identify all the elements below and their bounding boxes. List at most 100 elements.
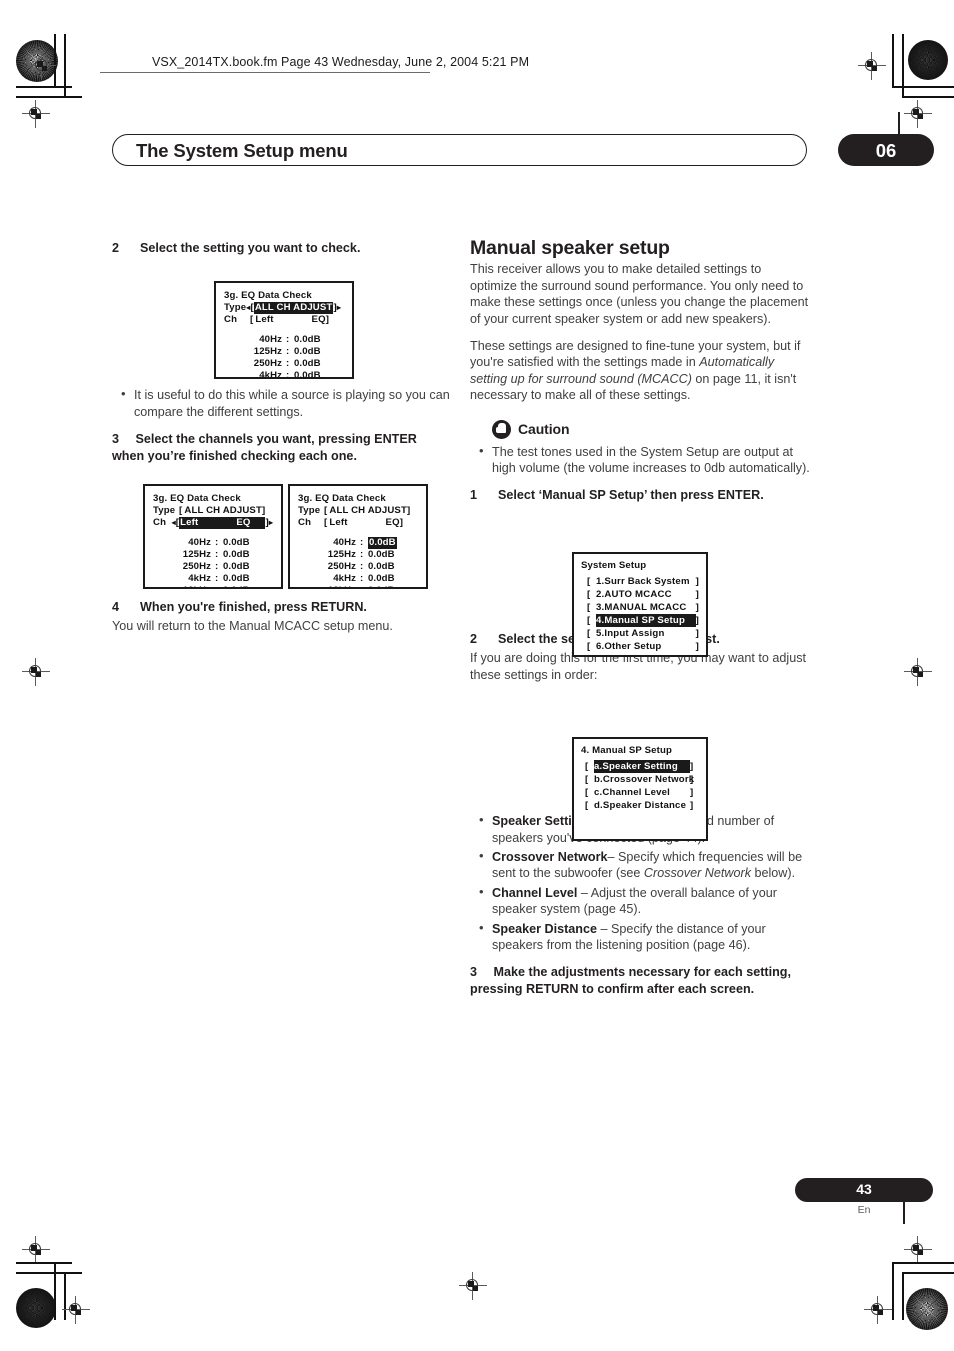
osd-1-type-label: Type [224,302,247,313]
table-row: 13kHz:0.0dB [298,585,418,587]
osd-2-type-value: ALL CH ADJUST [184,505,262,516]
filename-rule [100,72,430,73]
osd-3-freq-2: 250Hz [327,561,356,572]
registration-mark-bottom-left [62,1296,90,1324]
language-code: En [857,1204,871,1216]
osd-eq-data-check-2: 3g. EQ Data Check Type [ALL CH ADJUST] C… [143,484,283,589]
menu-item-speaker-distance[interactable]: [d.Speaker Distance] [585,799,699,812]
setting-dash-2: – [577,885,591,900]
right-step-2-number: 2 [470,631,478,646]
osd-1-ch-row: Ch [Left EQ] [224,314,330,325]
caution-header: Caution [492,419,810,439]
menu-item-label: 1.Surr Back System [595,576,690,587]
cropmark-tl-h2 [16,96,82,98]
osd-1-type-row: Type ◂[ALL CH ADJUST] ▸ [224,302,341,314]
menu-item-crossover-network[interactable]: [b.Crossover Network] [585,773,699,786]
menu-item-label: c.Channel Level [594,787,671,798]
menu-item-speaker-setting[interactable]: [a.Speaker Setting] [585,760,699,773]
osd-2-title: 3g. EQ Data Check [153,493,241,504]
cropmark-br-v1 [892,1262,894,1320]
right-arrow-icon: ▸ [336,303,341,312]
table-row: 250Hz:0.0dB [153,561,273,573]
cropmark-tr-v2 [902,34,904,96]
osd-2-freq-4: 13kHz [153,585,215,587]
chapter-tick-mark [898,112,900,138]
osd-1-frequency-table: 40Hz:0.0dB 125Hz:0.0dB 250Hz:0.0dB 4kHz:… [224,334,344,379]
registration-mark-bottom-right [864,1296,892,1324]
osd-2-val-3: 0.0dB [223,573,250,584]
menu-item-manual-mcacc[interactable]: [3.MANUAL MCACC] [587,601,699,614]
menu-item-other-setup[interactable]: [6.Other Setup] [587,640,699,653]
osd-2-ch-suffix: EQ [236,517,251,528]
osd-3-type-row: Type [ALL CH ADJUST] [298,505,411,516]
osd-3-val-4: 0.0dB [368,585,416,587]
cropmark-br-h1 [892,1262,954,1264]
osd-system-setup-items: [1.Surr Back System] [2.AUTO MCACC] [3.M… [581,575,699,653]
osd-2-freq-3: 4kHz [188,573,211,584]
osd-1-freq-3: 4kHz [259,370,282,379]
filename-timestamp-line: VSX_2014TX.book.fm Page 43 Wednesday, Ju… [152,55,530,69]
menu-item-input-assign[interactable]: [5.Input Assign] [587,627,699,640]
menu-item-surr-back-system[interactable]: [1.Surr Back System] [587,575,699,588]
rosette-bottom-right [906,1288,948,1330]
left-step-4-number: 4 [112,600,120,615]
right-step-3: 3 Make the adjustments necessary for eac… [470,964,810,997]
osd-2-ch-row: Ch ◂[Left EQ] ▸ [153,517,273,529]
table-row: 125Hz:0.0dB [224,346,344,358]
osd-2-val-4: 0.0dB [223,585,271,587]
registration-mark-top-left [28,52,56,80]
osd-1-freq-0: 40Hz [259,334,282,345]
osd-2-freq-2: 250Hz [182,561,211,572]
setting-term-crossover-network: Crossover Network [492,849,608,864]
menu-item-label: 5.Input Assign [595,628,665,639]
left-step-3: 3 Select the channels you want, pressing… [112,431,452,464]
caution-hand-icon [492,419,511,439]
table-row: 40Hz:0.0dB [224,334,344,346]
registration-mark-right-upper [904,100,932,128]
osd-1-type-value: ALL CH ADJUST [253,302,334,314]
osd-3-type-value: ALL CH ADJUST [329,505,407,516]
osd-3-freq-3: 4kHz [333,573,356,584]
osd-3-val-2: 0.0dB [368,561,395,572]
osd-3-ch-row: Ch [Left EQ] [298,517,404,528]
registration-mark-left-middle [22,658,50,686]
menu-item-label-selected: a.Speaker Setting [594,760,690,773]
table-row: 13kHz:0.0dB [153,585,273,587]
intro-paragraph-2: These settings are designed to fine-tune… [470,338,810,404]
menu-item-label-selected: 4.Manual SP Setup [595,614,696,627]
menu-item-channel-level[interactable]: [c.Channel Level] [585,786,699,799]
osd-2-val-2: 0.0dB [223,561,250,572]
list-item: The test tones used in the System Setup … [479,443,810,477]
osd-1-val-3: 0.0dB [294,370,321,379]
registration-mark-left-lower [22,1236,50,1264]
setting-term-speaker-distance: Speaker Distance [492,921,598,936]
osd-1-val-1: 0.0dB [294,346,321,357]
registration-mark-bottom-center [459,1272,487,1300]
rosette-bottom-left [16,1288,56,1328]
osd-2-frequency-table: 40Hz:0.0dB 125Hz:0.0dB 250Hz:0.0dB 4kHz:… [153,537,273,587]
setting-desc-crossover-b: below). [751,866,796,881]
osd-1-ch-value: Left [255,314,274,325]
menu-item-auto-mcacc[interactable]: [2.AUTO MCACC] [587,588,699,601]
caution-bullet-list: The test tones used in the System Setup … [470,443,810,477]
osd-3-freq-1: 125Hz [327,549,356,560]
osd-2-ch-highlight: Left EQ [179,517,266,529]
osd-2-ch-value: Left [180,517,199,528]
menu-item-manual-sp-setup[interactable]: [4.Manual SP Setup] [587,614,699,627]
chapter-number: 06 [875,140,897,161]
cropmark-br-v2 [902,1272,904,1320]
caution-label: Caution [518,420,570,437]
osd-3-frequency-table: 40Hz:0.0dB 125Hz:0.0dB 250Hz:0.0dB 4kHz:… [298,537,418,587]
osd-eq-data-check-1: 3g. EQ Data Check Type ◂[ALL CH ADJUST] ▸… [214,281,354,379]
osd-3-val-1: 0.0dB [368,549,395,560]
left-bullet-list-1: It is useful to do this while a source i… [112,386,452,420]
cropmark-br-h2 [902,1272,954,1274]
table-row: 4kHz:0.0dB [224,370,344,379]
setting-dash-1: – [607,849,618,864]
right-step-1-title: Select ‘Manual SP Setup’ then press ENTE… [498,488,764,503]
left-step-2-number: 2 [112,241,120,255]
left-step-2-title: Select the setting you want to check. [140,241,361,255]
osd-1-val-0: 0.0dB [294,334,321,345]
left-step-3-title: Select the channels you want, pressing E… [112,432,417,463]
footer-tick-mark [903,1198,905,1224]
